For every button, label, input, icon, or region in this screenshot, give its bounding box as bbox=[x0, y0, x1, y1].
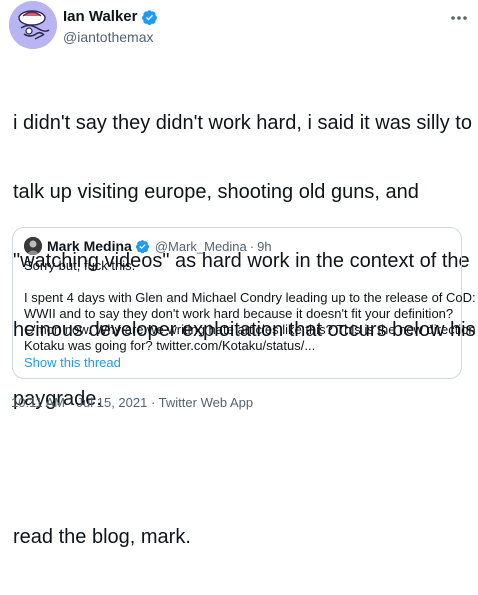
show-thread-link[interactable]: Show this thread bbox=[24, 355, 121, 370]
tweet: Ian Walker @iantothemax i didn't say the… bbox=[0, 0, 478, 548]
quoted-text-line: Sorry but, fuck this. bbox=[24, 258, 136, 273]
author-handle[interactable]: @iantothemax bbox=[63, 28, 153, 46]
quoted-text-line: Kotaku was going for? twitter.com/Kotaku… bbox=[24, 338, 316, 353]
author-name[interactable]: Ian Walker bbox=[63, 8, 137, 26]
avatar-photo-icon bbox=[24, 237, 42, 255]
avatar-illustration-icon bbox=[9, 1, 57, 49]
tweet-meta: 10:11 AM · Jul 15, 2021 · Twitter Web Ap… bbox=[11, 395, 253, 410]
author-avatar[interactable] bbox=[9, 1, 57, 49]
verified-badge-icon bbox=[141, 9, 158, 26]
tweet-timestamp[interactable]: 10:11 AM · Jul 15, 2021 · bbox=[11, 395, 159, 410]
quoted-timestamp: 9h bbox=[257, 238, 272, 254]
tweet-text-line: i didn't say they didn't work hard, i sa… bbox=[13, 112, 472, 134]
quoted-tweet[interactable]: Mark Medina @Mark_Medina · 9h Sorry but,… bbox=[12, 227, 476, 379]
quoted-author-handle: @Mark_Medina bbox=[154, 238, 247, 254]
dot-separator: · bbox=[249, 238, 255, 254]
more-icon bbox=[451, 16, 467, 20]
author-name-row[interactable]: Ian Walker bbox=[63, 8, 158, 26]
more-options-button[interactable] bbox=[448, 10, 470, 26]
quoted-text-line: C'mon now. Why are we writing hate artic… bbox=[24, 322, 476, 337]
quoted-author-avatar bbox=[24, 237, 42, 255]
tweet-text-line: read the blog, mark. bbox=[13, 526, 191, 548]
source-app-link[interactable]: Twitter Web App bbox=[159, 395, 253, 410]
quoted-author-name: Mark Medina bbox=[47, 238, 132, 254]
quoted-tweet-text: Sorry but, fuck this. I spent 4 days wit… bbox=[24, 258, 476, 354]
quoted-text-line: I spent 4 days with Glen and Michael Con… bbox=[24, 290, 476, 305]
quoted-tweet-header: Mark Medina @Mark_Medina · 9h bbox=[24, 237, 272, 255]
verified-badge-icon bbox=[135, 239, 150, 254]
quoted-text-line: WWII and to say they don't work hard bec… bbox=[24, 306, 454, 321]
tweet-text-line: talk up visiting europe, shooting old gu… bbox=[13, 181, 419, 203]
